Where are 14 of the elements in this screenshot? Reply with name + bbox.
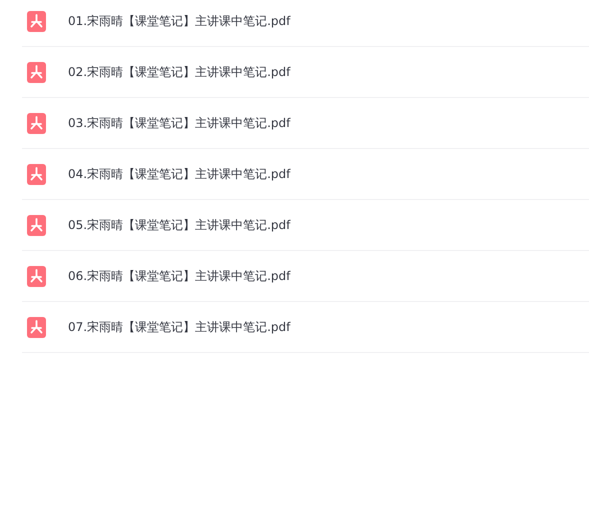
file-name[interactable]: 07.宋雨晴【课堂笔记】主讲课中笔记.pdf	[68, 318, 290, 336]
file-name[interactable]: 06.宋雨晴【课堂笔记】主讲课中笔记.pdf	[68, 268, 290, 284]
pdf-file-icon	[27, 164, 46, 184]
pdf-file-icon	[27, 266, 46, 286]
pdf-file-icon	[27, 316, 46, 338]
file-name[interactable]: 02.宋雨晴【课堂笔记】主讲课中笔记.pdf	[68, 64, 290, 80]
file-name[interactable]: 01.宋雨晴【课堂笔记】主讲课中笔记.pdf	[68, 12, 290, 30]
pdf-file-icon	[27, 214, 46, 236]
pdf-file-icon	[27, 112, 46, 134]
pdf-file-icon	[27, 62, 46, 82]
file-name[interactable]: 03.宋雨晴【课堂笔记】主讲课中笔记.pdf	[68, 114, 290, 132]
pdf-file-icon	[27, 10, 46, 32]
file-name[interactable]: 05.宋雨晴【课堂笔记】主讲课中笔记.pdf	[68, 216, 290, 234]
file-name[interactable]: 04.宋雨晴【课堂笔记】主讲课中笔记.pdf	[68, 166, 290, 182]
